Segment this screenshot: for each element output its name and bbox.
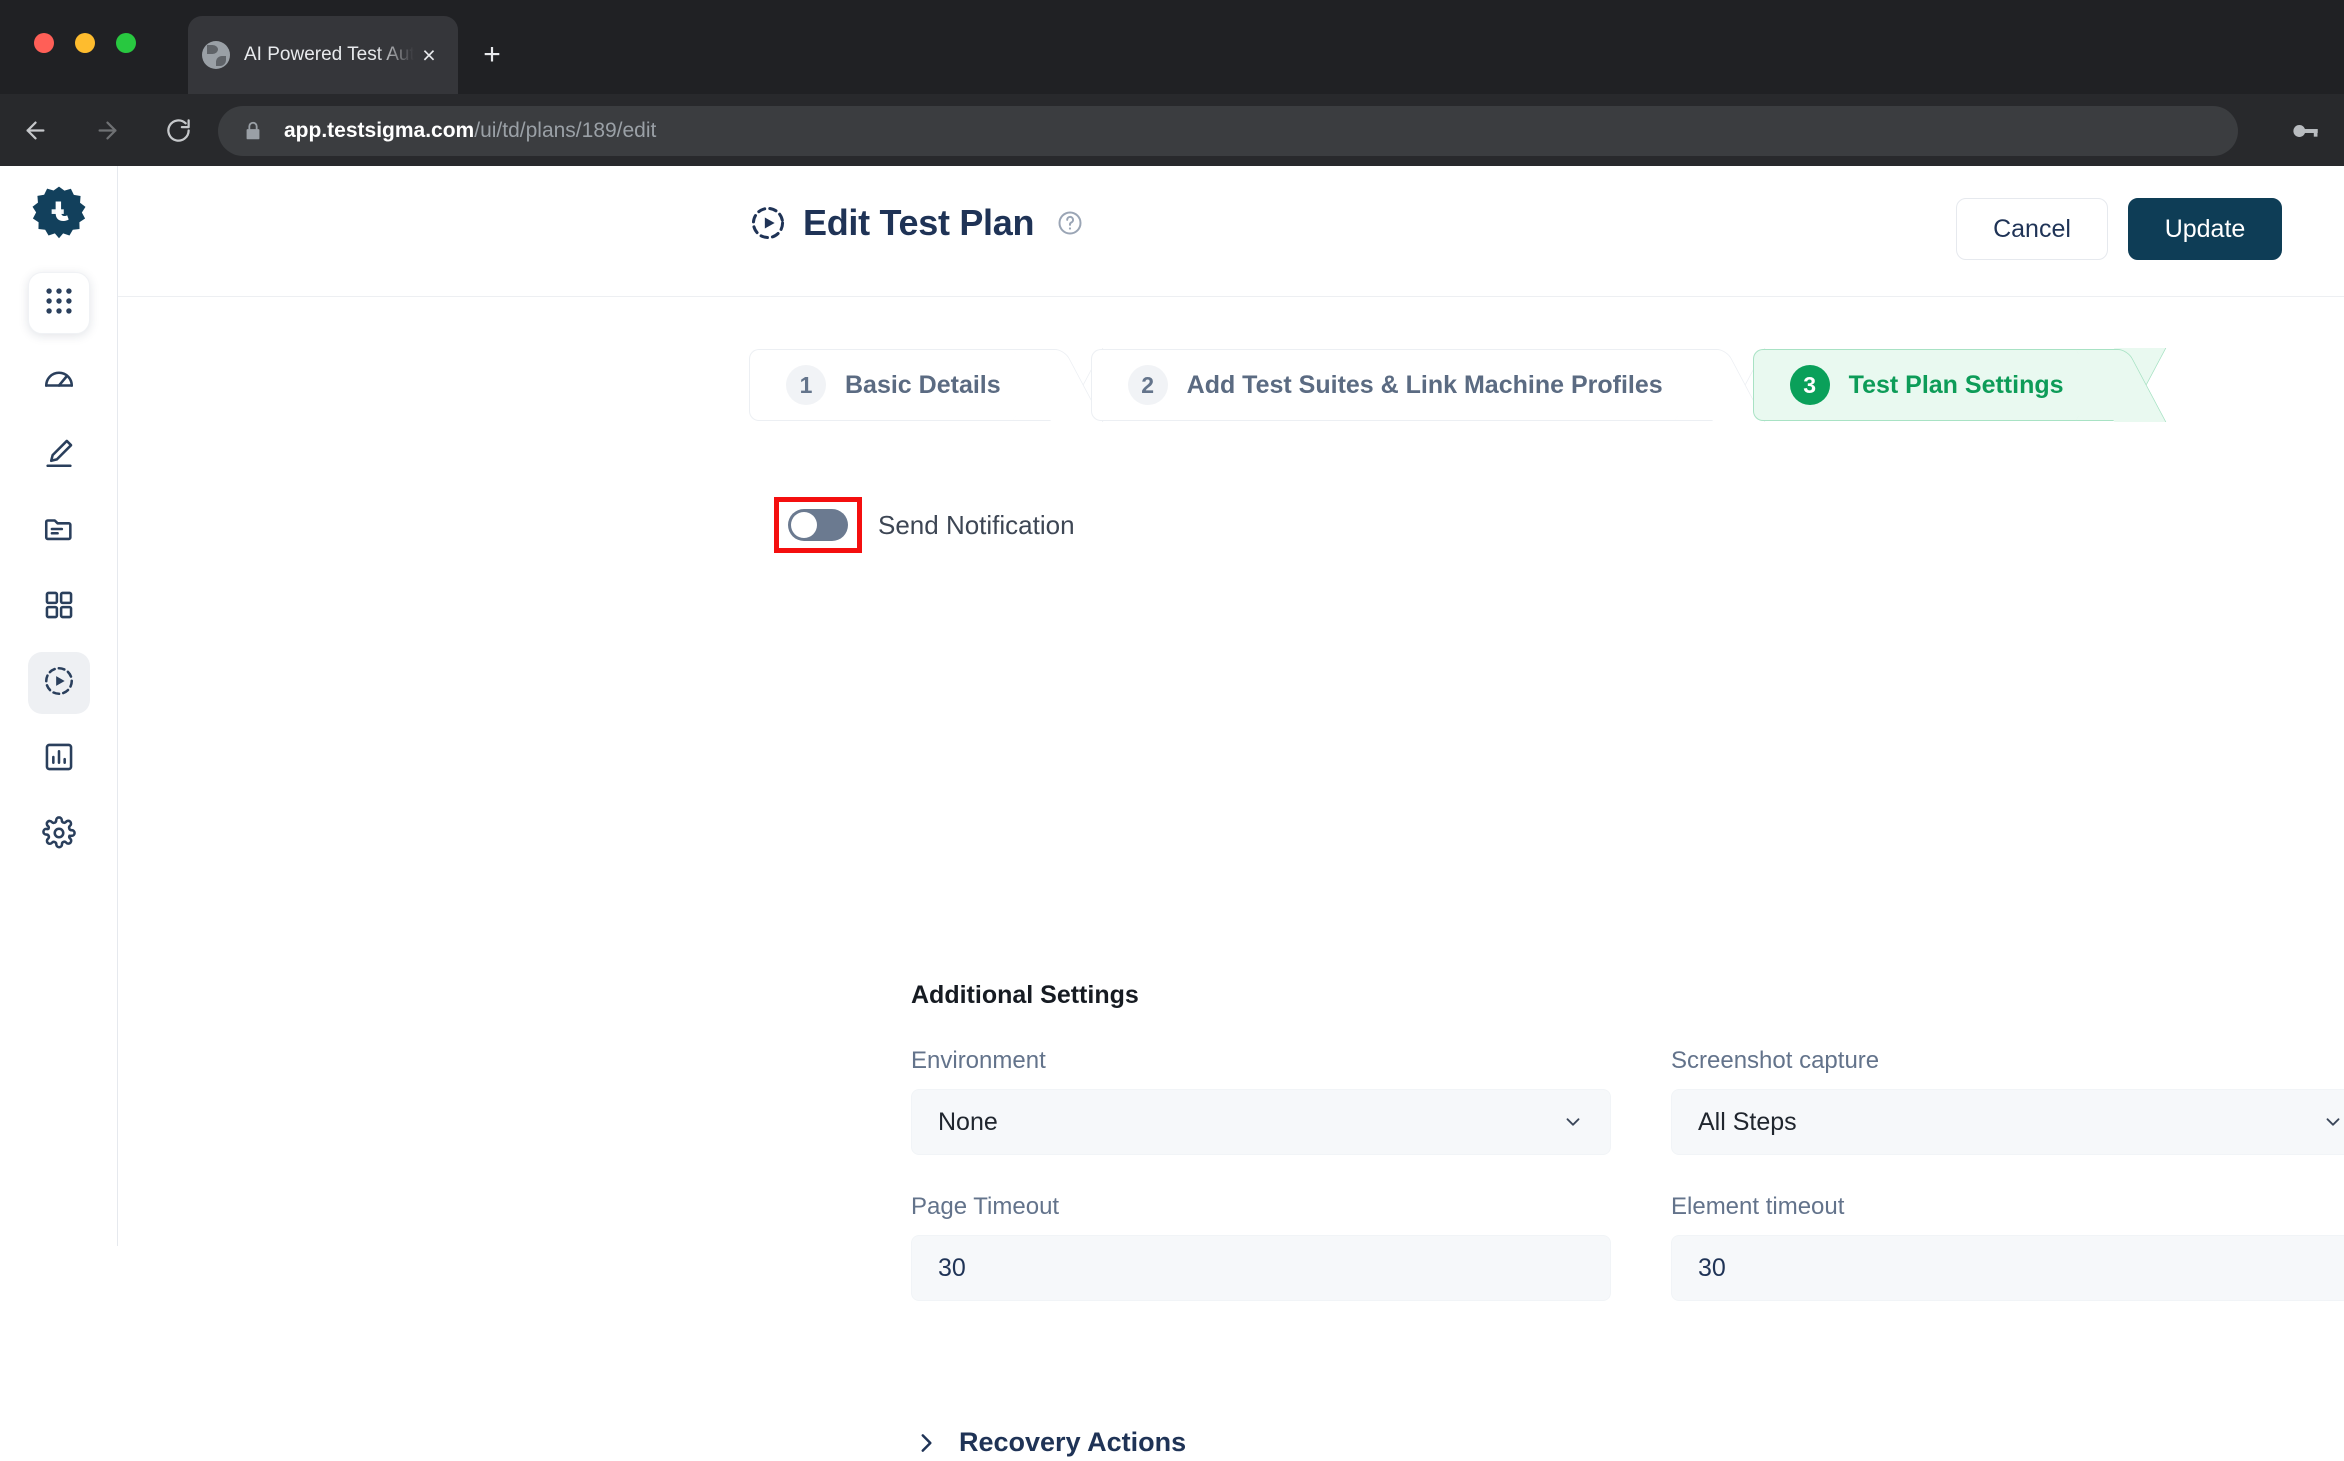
settings-form-grid: Environment None Screenshot capture All … <box>911 1047 2344 1301</box>
reload-icon[interactable] <box>158 110 198 150</box>
maximize-window-button[interactable] <box>116 33 136 53</box>
globe-icon <box>202 41 230 69</box>
step-basic-details[interactable]: 1 Basic Details <box>749 349 1059 421</box>
recovery-actions-toggle[interactable]: Recovery Actions <box>913 1427 1186 1458</box>
step-number-badge: 3 <box>1789 365 1830 405</box>
play-circle-icon <box>42 664 76 703</box>
update-button[interactable]: Update <box>2128 198 2282 260</box>
step-label: Add Test Suites & Link Machine Profiles <box>1186 370 1663 399</box>
bar-chart-icon <box>42 740 76 779</box>
element-timeout-input[interactable]: 30 <box>1671 1235 2344 1301</box>
play-circle-icon <box>749 204 787 242</box>
browser-tab[interactable]: AI Powered Test Automation Platform × <box>188 16 458 94</box>
screenshot-capture-select[interactable]: All Steps <box>1671 1089 2344 1155</box>
address-bar[interactable]: app.testsigma.com/ui/td/plans/189/edit <box>218 106 2238 156</box>
field-label: Page Timeout <box>911 1193 1060 1220</box>
field-element-timeout: Element timeout 30 <box>1671 1193 2344 1301</box>
send-notification-label: Send Notification <box>878 509 1075 540</box>
forward-arrow-icon[interactable] <box>87 110 127 150</box>
step-number-badge: 2 <box>1127 365 1168 405</box>
speedometer-icon <box>42 360 76 399</box>
modules-grid-icon <box>42 588 76 627</box>
sidebar-item-dashboard[interactable] <box>28 348 90 410</box>
tab-strip: AI Powered Test Automation Platform × + <box>0 0 2344 94</box>
header-actions: Cancel Update <box>1956 198 2282 260</box>
field-value: 30 <box>1698 1253 1726 1282</box>
url-text: app.testsigma.com/ui/td/plans/189/edit <box>284 119 656 143</box>
close-window-button[interactable] <box>34 33 54 53</box>
tab-title: AI Powered Test Automation Platform <box>244 44 414 65</box>
minimize-window-button[interactable] <box>75 33 95 53</box>
question-circle-icon[interactable] <box>1056 209 1084 237</box>
additional-settings-heading: Additional Settings <box>911 981 1139 1009</box>
back-arrow-icon[interactable] <box>15 110 55 150</box>
testsigma-logo[interactable] <box>28 184 90 246</box>
sidebar-item-test-plans[interactable] <box>27 652 90 714</box>
field-environment: Environment None <box>911 1047 1611 1155</box>
page-title: Edit Test Plan <box>803 202 1035 243</box>
sidebar-item-test-suites[interactable] <box>28 576 90 638</box>
sidebar-item-create-tests[interactable] <box>28 424 90 486</box>
send-notification-toggle[interactable] <box>788 509 848 541</box>
sidebar-item-test-cases[interactable] <box>28 500 90 562</box>
main-content: 1 Basic Details 2 Add Test Suites & Link… <box>118 297 2344 1457</box>
apps-grid-icon <box>42 284 76 323</box>
chevron-down-icon <box>2322 1111 2344 1133</box>
pencil-icon <box>42 436 76 475</box>
toggle-knob <box>791 512 817 538</box>
highlight-box <box>774 497 862 553</box>
field-label: Element timeout <box>1671 1193 1845 1220</box>
field-value: 30 <box>938 1253 966 1282</box>
field-label: Screenshot capture <box>1671 1047 1880 1074</box>
step-number-badge: 1 <box>786 365 826 405</box>
page-timeout-input[interactable]: 30 <box>911 1235 1611 1301</box>
step-add-test-suites[interactable]: 2 Add Test Suites & Link Machine Profile… <box>1090 349 1721 421</box>
page-title-group: Edit Test Plan <box>749 202 1084 244</box>
left-nav-sidebar <box>0 166 118 1246</box>
sidebar-item-reports[interactable] <box>28 728 90 790</box>
sidebar-item-settings[interactable] <box>28 804 90 866</box>
close-icon[interactable]: × <box>414 40 444 70</box>
environment-select[interactable]: None <box>911 1089 1611 1155</box>
url-host: app.testsigma.com <box>284 119 475 142</box>
chevron-right-icon <box>913 1430 939 1456</box>
field-value: All Steps <box>1698 1107 1797 1136</box>
send-notification-row: Send Notification <box>774 497 1075 553</box>
url-path: /ui/td/plans/189/edit <box>474 119 657 142</box>
field-page-timeout: Page Timeout 30 <box>911 1193 1611 1301</box>
key-icon[interactable] <box>2288 114 2322 148</box>
cancel-button[interactable]: Cancel <box>1956 198 2108 260</box>
wizard-stepper: 1 Basic Details 2 Add Test Suites & Link… <box>749 349 2122 421</box>
application-window: Edit Test Plan Cancel Update 1 Basic Det… <box>0 166 2344 1457</box>
recovery-actions-label: Recovery Actions <box>959 1427 1187 1457</box>
field-value: None <box>938 1107 998 1136</box>
lock-icon <box>242 120 264 142</box>
folder-icon <box>42 512 76 551</box>
step-label: Basic Details <box>845 370 1001 399</box>
field-screenshot-capture: Screenshot capture All Steps <box>1671 1047 2344 1155</box>
window-traffic-lights <box>34 33 136 53</box>
gear-icon <box>41 815 76 855</box>
step-test-plan-settings[interactable]: 3 Test Plan Settings <box>1752 349 2122 421</box>
field-label: Environment <box>911 1047 1046 1074</box>
new-tab-button[interactable]: + <box>474 38 510 74</box>
sidebar-item-apps[interactable] <box>27 272 90 334</box>
step-label: Test Plan Settings <box>1848 370 2064 399</box>
browser-chrome: AI Powered Test Automation Platform × + … <box>0 0 2344 166</box>
page-header: Edit Test Plan Cancel Update <box>118 166 2344 297</box>
chevron-down-icon <box>1562 1111 1584 1133</box>
